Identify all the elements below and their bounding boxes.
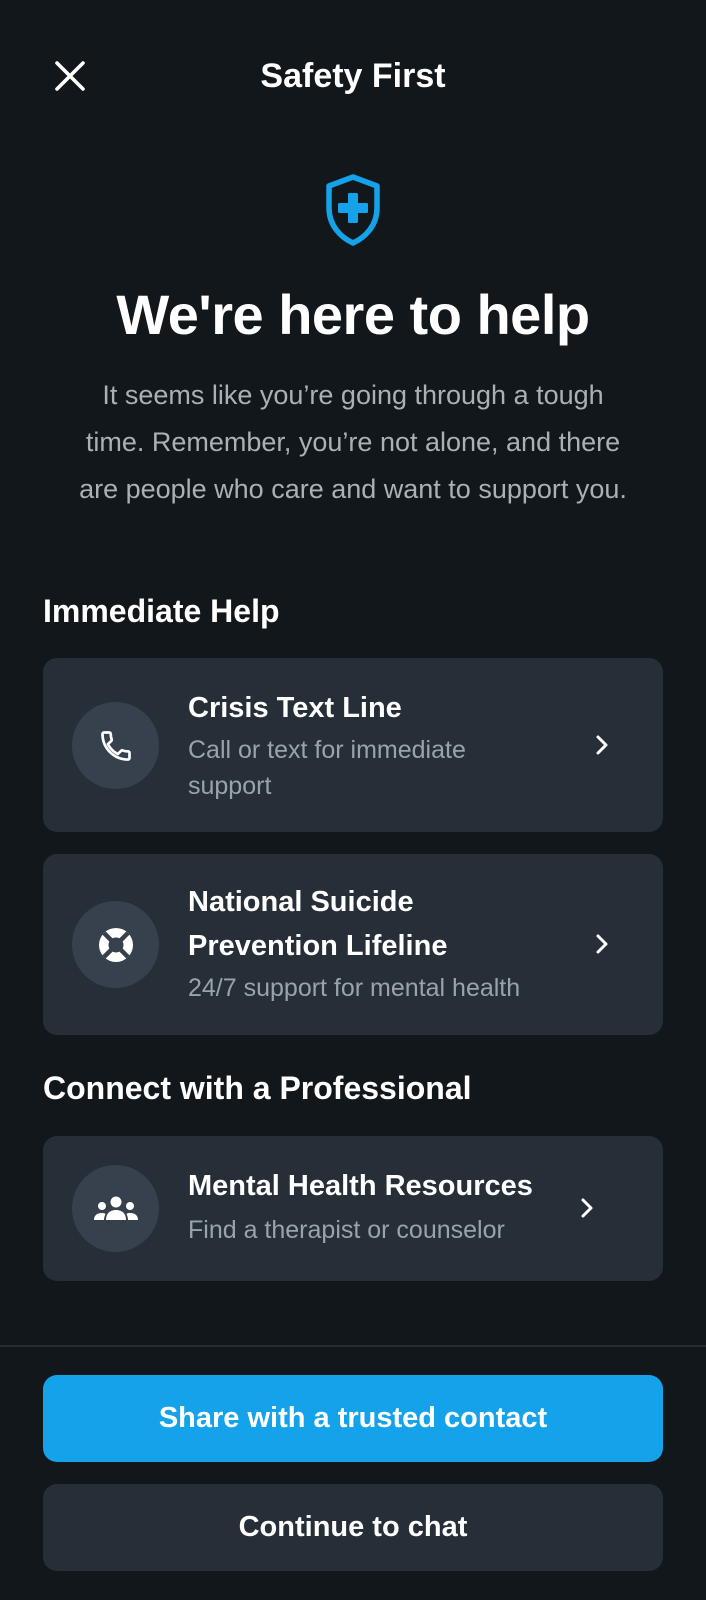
hero-message: It seems like you’re going through a tou… bbox=[50, 372, 656, 513]
card-title: Crisis Text Line bbox=[188, 692, 402, 724]
group-icon bbox=[93, 1196, 138, 1220]
hero-message-line: are people who care and want to support … bbox=[79, 474, 627, 504]
mental-health-resources-card[interactable]: Mental Health Resources Find a therapist… bbox=[43, 1136, 663, 1281]
card-subtitle: 24/7 support for mental health bbox=[188, 974, 521, 1002]
hero-message-line: It seems like you’re going through a tou… bbox=[102, 380, 604, 410]
icon-circle bbox=[72, 901, 159, 988]
page-title: Safety First bbox=[260, 57, 446, 95]
section-title-professional: Connect with a Professional bbox=[43, 1070, 472, 1106]
section-title-immediate-help: Immediate Help bbox=[43, 593, 280, 629]
card-title: Mental Health Resources bbox=[188, 1170, 533, 1202]
card-title: Prevention Lifeline bbox=[188, 930, 448, 962]
footer-divider bbox=[0, 1345, 706, 1347]
phone-icon bbox=[100, 730, 131, 761]
continue-to-chat-button[interactable]: Continue to chat bbox=[43, 1484, 663, 1571]
shield-plus-icon bbox=[326, 174, 380, 246]
lifebuoy-icon bbox=[98, 927, 133, 962]
suicide-prevention-lifeline-card[interactable]: National Suicide Prevention Lifeline 24/… bbox=[43, 854, 663, 1035]
hero-title: We're here to help bbox=[116, 283, 590, 346]
chevron-right-icon bbox=[573, 1194, 601, 1222]
hero-message-line: time. Remember, you’re not alone, and th… bbox=[85, 427, 621, 457]
safety-screen: Safety First We're here to help It seems… bbox=[0, 0, 706, 1600]
card-subtitle: support bbox=[188, 772, 272, 800]
icon-circle bbox=[72, 1165, 159, 1252]
crisis-text-line-card[interactable]: Crisis Text Line Call or text for immedi… bbox=[43, 658, 663, 832]
card-subtitle: Find a therapist or counselor bbox=[188, 1216, 505, 1244]
icon-circle bbox=[72, 702, 159, 789]
card-title: National Suicide bbox=[188, 886, 414, 918]
chevron-right-icon bbox=[588, 930, 616, 958]
chevron-right-icon bbox=[588, 731, 616, 759]
share-trusted-contact-button[interactable]: Share with a trusted contact bbox=[43, 1375, 663, 1462]
card-subtitle: Call or text for immediate bbox=[188, 736, 466, 764]
